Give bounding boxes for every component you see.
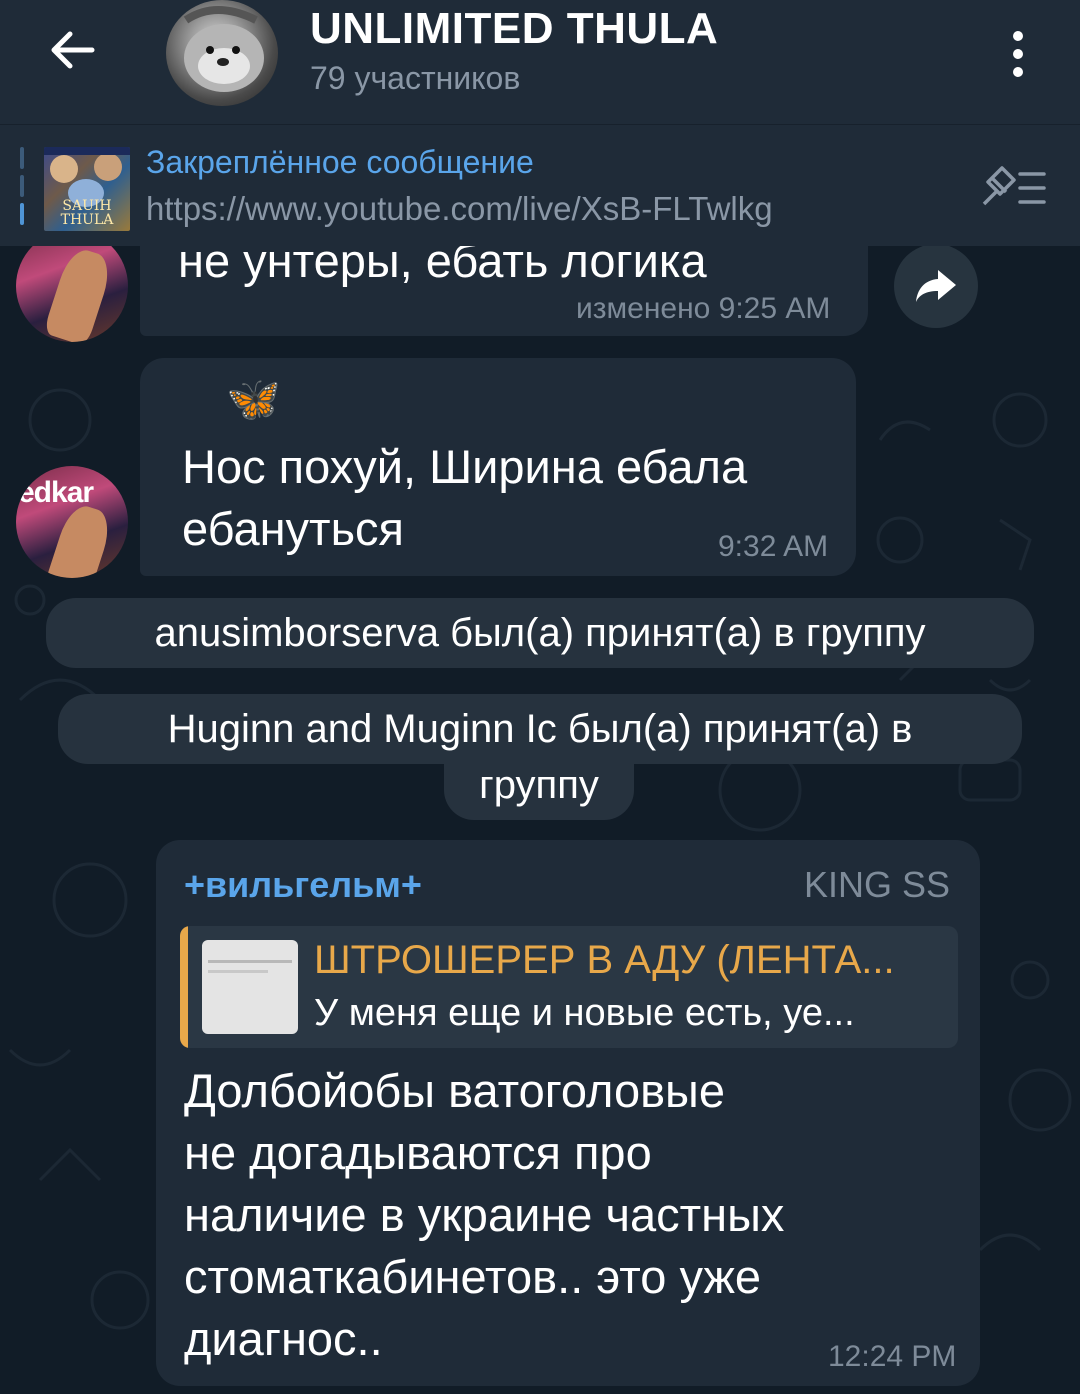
message-time: 9:32 AM xyxy=(718,530,829,563)
service-message-continuation: группу xyxy=(444,754,634,820)
sender-name[interactable]: +вильгельм+ xyxy=(184,864,422,906)
message-time: 12:24 PM xyxy=(828,1340,957,1373)
butterfly-emoji: 🦋 xyxy=(226,375,281,424)
message-line: Нос похуй, Ширина ебала xyxy=(182,440,748,493)
back-button[interactable] xyxy=(40,18,104,82)
reply-thumbnail-art xyxy=(208,960,292,973)
message-line: не догадываются про xyxy=(184,1126,652,1179)
share-button[interactable] xyxy=(894,244,978,328)
message-bubble[interactable]: 🦋 Нос похуй, Ширина ебала ебануться 9:32… xyxy=(140,358,856,576)
pin-indicator-segment xyxy=(20,175,24,197)
admin-tag: KING SS xyxy=(804,864,951,905)
message-line: Долбойобы ватоголовые xyxy=(184,1064,725,1117)
menu-dot-icon xyxy=(1013,67,1023,77)
reply-title: ШТРОШЕРЕР В АДУ (ЛЕНТА... xyxy=(314,938,895,982)
otter-image xyxy=(183,6,264,92)
share-arrow-icon xyxy=(916,270,956,302)
more-options-button[interactable] xyxy=(996,24,1040,84)
pinned-list-button[interactable] xyxy=(976,164,1048,212)
pin-indicator-segment xyxy=(20,147,24,169)
member-count: 79 участников xyxy=(310,60,521,96)
reply-thumbnail xyxy=(202,940,298,1034)
reply-text: У меня еще и новые есть, уе... xyxy=(314,992,855,1034)
menu-dot-icon xyxy=(1013,49,1023,59)
pinned-link[interactable]: https://www.youtube.com/live/XsB-FLTwlkg xyxy=(146,190,773,228)
menu-dot-icon xyxy=(1013,31,1023,41)
pinned-label: Закреплённое сообщение xyxy=(146,144,534,180)
pin-indicator-segment-active xyxy=(20,203,24,225)
pinned-thumbnail: SAUIH THULA xyxy=(44,147,130,231)
group-title[interactable]: UNLIMITED THULA xyxy=(310,4,718,54)
avatar[interactable]: edkar xyxy=(16,466,128,578)
avatar-text: edkar xyxy=(18,476,94,509)
message-time: изменено 9:25 AM xyxy=(576,292,831,325)
message-line: стоматкабинетов.. это уже xyxy=(184,1250,762,1303)
reply-preview[interactable]: ШТРОШЕРЕР В АДУ (ЛЕНТА... У меня еще и н… xyxy=(180,926,958,1048)
avatar-figure xyxy=(42,501,116,578)
message-line: ебануться xyxy=(182,502,405,555)
arrow-left-icon xyxy=(51,31,95,69)
service-message: anusimborserva был(а) принят(а) в группу xyxy=(46,598,1034,668)
avatar-figure xyxy=(42,245,116,342)
message-line: диагнос.. xyxy=(184,1312,383,1365)
avatar[interactable] xyxy=(16,230,128,342)
message-line: наличие в украине частных xyxy=(184,1188,785,1241)
pin-list-icon xyxy=(982,166,1046,206)
group-avatar[interactable] xyxy=(166,0,278,106)
pin-indicator xyxy=(20,147,24,225)
chat-header: UNLIMITED THULA 79 участников xyxy=(0,0,1080,124)
pinned-thumbnail-text: SAUIH THULA xyxy=(60,198,114,228)
reply-accent-bar xyxy=(180,926,188,1048)
